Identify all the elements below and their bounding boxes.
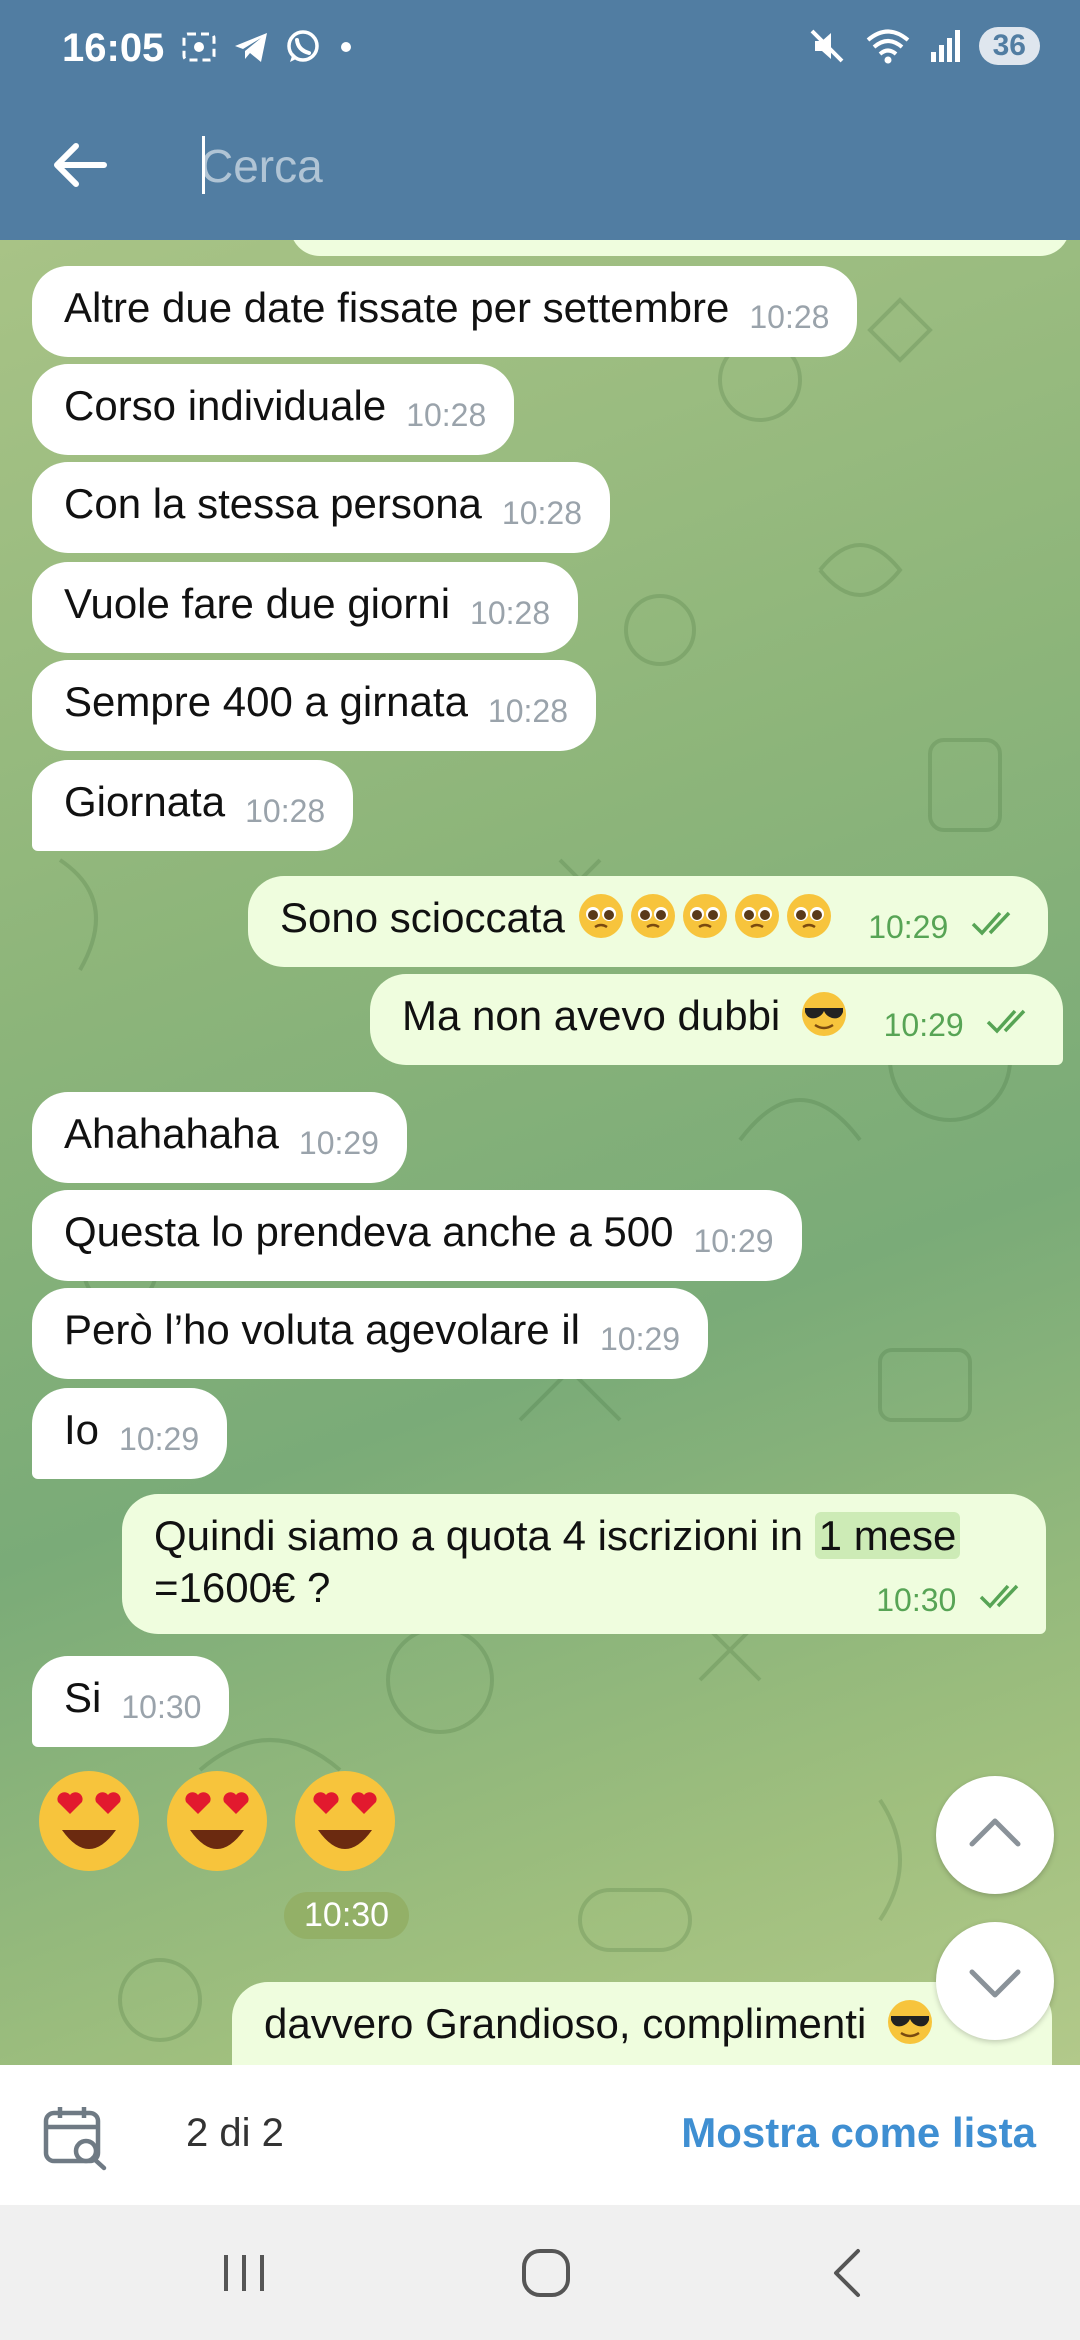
back-icon[interactable]: [820, 2243, 880, 2303]
message-outgoing[interactable]: Ma non avevo dubbi 10:29: [370, 974, 1064, 1065]
message-text: Io: [64, 1406, 100, 1453]
message-time: 10:28: [406, 397, 487, 433]
show-as-list-button[interactable]: Mostra come lista: [681, 2109, 1036, 2157]
whatsapp-icon: [287, 30, 319, 62]
pleading-face-icon: [786, 894, 831, 938]
read-checkmarks-icon: [971, 911, 1011, 936]
message-time: 10:29: [883, 1007, 964, 1043]
message-time: 10:29: [868, 909, 949, 945]
message-text: Con la stessa persona: [64, 480, 482, 527]
message-time: 10:28: [245, 793, 326, 829]
search-results-bar: 2 di 2 Mostra come lista: [0, 2065, 1080, 2205]
message-incoming[interactable]: Corso individuale 10:28: [32, 364, 515, 455]
message-text: Ma non avevo dubbi: [402, 992, 781, 1039]
message-text: Però l’ho voluta agevolare il: [64, 1306, 580, 1353]
calendar-search-icon[interactable]: [42, 2105, 112, 2171]
message-outgoing[interactable]: Sono scioccata 10:29: [248, 876, 1048, 967]
status-time: 16:05: [62, 26, 165, 70]
pleading-face-icon: [734, 894, 779, 938]
text-cursor: [202, 136, 205, 194]
pleading-face-icon: [682, 894, 727, 938]
message-time: 10:29: [599, 1321, 681, 1357]
read-checkmarks-icon: [979, 1584, 1019, 1609]
status-notification-icons: [180, 28, 356, 66]
pleading-face-icon: [630, 894, 675, 938]
message-bubble-partial[interactable]: [290, 240, 1070, 256]
message-incoming[interactable]: Sempre 400 a girnata 10:28: [32, 660, 596, 751]
heart-eyes-emoji-icon: [39, 1771, 139, 1871]
message-time: 10:28: [470, 595, 551, 631]
chat-history[interactable]: Altre due date fissate per settembre 10:2…: [0, 240, 1080, 2065]
message-time: 10:30: [876, 1582, 957, 1618]
message-time: 10:28: [749, 299, 830, 335]
message-incoming[interactable]: Con la stessa persona 10:28: [32, 462, 610, 553]
search-result-count: 2 di 2: [186, 2111, 284, 2155]
message-text: Giornata: [64, 778, 226, 825]
message-text: Si: [64, 1674, 102, 1721]
pleading-face-icon: [578, 894, 623, 938]
message-text: Questa lo prendeva anche a 500: [64, 1208, 674, 1255]
home-icon[interactable]: [516, 2243, 576, 2303]
message-incoming[interactable]: Io 10:29: [32, 1388, 228, 1479]
mute-icon: [810, 29, 844, 63]
heart-eyes-emoji-icon: [167, 1771, 267, 1871]
heart-eyes-emoji-icon: [295, 1771, 395, 1871]
system-navigation-bar: [0, 2205, 1080, 2340]
search-input[interactable]: [200, 130, 960, 202]
message-time: 10:29: [119, 1421, 200, 1457]
sunglasses-face-icon: [801, 992, 846, 1036]
message-incoming[interactable]: Si 10:30: [32, 1656, 230, 1747]
message-outgoing[interactable]: davvero Grandioso, complimenti: [232, 1982, 1052, 2065]
message-meta: 10:30: [856, 1565, 1028, 1626]
sticker-time: 10:30: [284, 1892, 410, 1939]
back-arrow-icon[interactable]: [44, 130, 114, 200]
screenshot-icon: [182, 32, 216, 62]
dot-icon: [341, 42, 351, 52]
message-incoming[interactable]: Ahahahaha 10:29: [32, 1092, 407, 1183]
message-incoming[interactable]: Altre due date fissate per settembre 10:2…: [32, 266, 858, 357]
message-time: 10:29: [693, 1223, 774, 1259]
pleading-face-emoji-group: [577, 894, 849, 941]
chevron-down-icon: [969, 1969, 1021, 1998]
message-text: Sempre 400 a girnata: [64, 678, 468, 725]
message-incoming[interactable]: Vuole fare due giorni 10:28: [32, 562, 579, 653]
message-text: Vuole fare due giorni: [64, 580, 451, 627]
status-system-icons: 36: [807, 26, 1040, 66]
scroll-up-button[interactable]: [936, 1776, 1054, 1894]
telegram-icon: [235, 33, 267, 62]
top-app-bar: 16:05 36: [0, 0, 1080, 240]
message-time: 10:30: [121, 1689, 202, 1725]
message-outgoing[interactable]: Quindi siamo a quota 4 iscrizioni in 1 m…: [122, 1494, 1046, 1634]
signal-icon: [930, 30, 960, 62]
message-text: Sono scioccata: [280, 894, 565, 941]
read-checkmarks-icon: [987, 1009, 1026, 1034]
message-time: 10:29: [298, 1125, 379, 1161]
message-incoming[interactable]: Questa lo prendeva anche a 500 10:29: [32, 1190, 802, 1281]
message-incoming[interactable]: Però l’ho voluta agevolare il 10:29: [32, 1288, 709, 1379]
message-text: Altre due date fissate per settembre: [64, 284, 730, 331]
message-text-line: Quindi siamo a quota 4 iscrizioni in 1 m…: [154, 1510, 1018, 1562]
recent-apps-icon[interactable]: [214, 2243, 274, 2303]
message-time: 10:28: [487, 693, 568, 729]
message-text: Corso individuale: [64, 382, 387, 429]
message-time: 10:28: [501, 495, 582, 531]
message-text: Quindi siamo a quota 4 iscrizioni in: [154, 1512, 803, 1559]
message-text: davvero Grandioso, complimenti: [264, 2000, 867, 2047]
message-text: Ahahahaha: [64, 1110, 279, 1157]
sunglasses-face-icon: [887, 2000, 932, 2044]
search-match-highlight: 1 mese: [814, 1512, 961, 1559]
message-incoming[interactable]: Giornata 10:28: [32, 760, 354, 851]
chevron-up-icon: [969, 1818, 1021, 1847]
battery-indicator: 36: [978, 27, 1040, 65]
wifi-icon: [866, 29, 909, 64]
scroll-down-button[interactable]: [936, 1922, 1054, 2040]
